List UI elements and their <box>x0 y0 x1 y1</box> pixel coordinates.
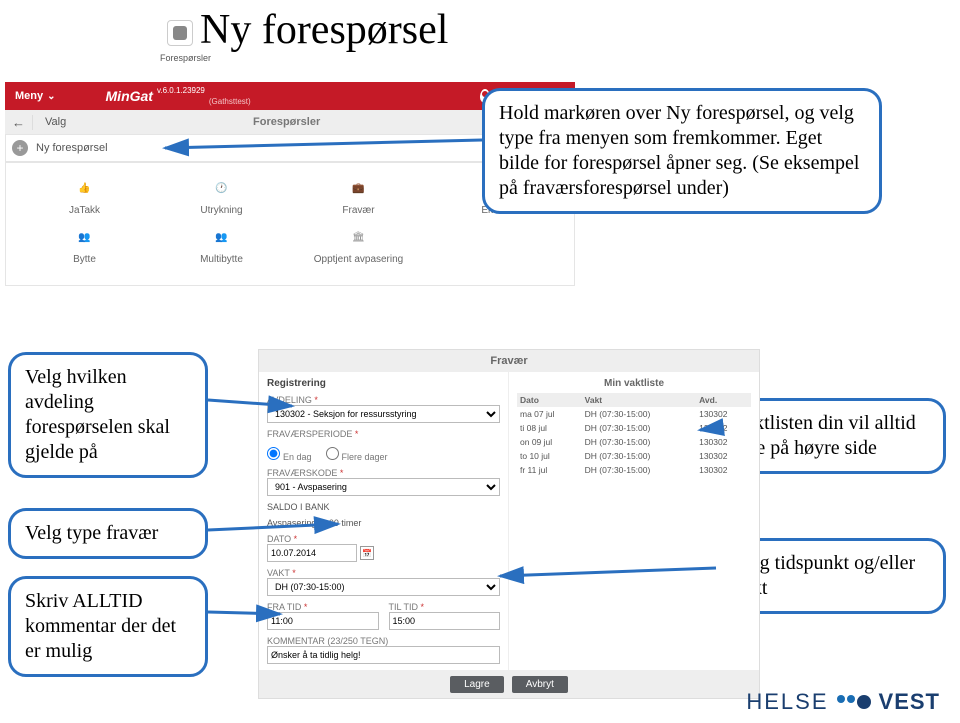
col-avd: Avd. <box>696 393 751 407</box>
people-group-icon: 👥 <box>207 224 237 250</box>
speech-bubble-icon <box>167 20 193 46</box>
registrering-panel: Registrering AVDELING 130302 - Seksjon f… <box>259 372 509 670</box>
page-title: Ny forespørsel <box>200 6 448 54</box>
table-row[interactable]: to 10 julDH (07:30-15:00)130302 <box>517 449 751 463</box>
people-icon: 👥 <box>70 224 100 250</box>
til-label: TIL TID <box>389 602 501 612</box>
table-row[interactable]: ti 08 julDH (07:30-15:00)130302 <box>517 421 751 435</box>
avdeling-label: AVDELING <box>267 395 500 405</box>
type-multibytte[interactable]: 👥 Multibytte <box>177 224 267 265</box>
fra-input[interactable] <box>267 612 379 630</box>
table-row[interactable]: ma 07 julDH (07:30-15:00)130302 <box>517 407 751 421</box>
kode-select[interactable]: 901 - Avspasering <box>267 478 500 496</box>
dato-label: DATO <box>267 534 500 544</box>
callout-kommentar: Skriv ALLTID kommentar der det er mulig <box>8 576 208 677</box>
col-vakt: Vakt <box>582 393 696 407</box>
saldo-label: SALDO I BANK <box>267 502 500 512</box>
vaktliste-panel: Min vaktliste Dato Vakt Avd. ma 07 julDH… <box>509 372 759 670</box>
callout-avdeling: Velg hvilken avdeling forespørselen skal… <box>8 352 208 478</box>
vakt-select[interactable]: DH (07:30-15:00) <box>267 578 500 596</box>
bank-icon: 🏛 <box>344 224 374 250</box>
kommentar-input[interactable] <box>267 646 500 664</box>
clock-icon: 🕐 <box>207 175 237 201</box>
forespor-icon-label: Forespørsler <box>160 53 200 63</box>
logo-helse: HELSE <box>746 689 828 715</box>
periode-label: FRAVÆRSPERIODE <box>267 429 500 439</box>
reg-title: Registrering <box>267 378 500 389</box>
save-button[interactable]: Lagre <box>450 676 504 693</box>
radio-fleredager[interactable]: Flere dager <box>326 447 388 462</box>
type-opptjent[interactable]: 🏛 Opptjent avpasering <box>314 224 404 265</box>
brand: MinGat <box>106 88 153 104</box>
callout-main: Hold markøren over Ny forespørsel, og ve… <box>482 88 882 214</box>
vaktliste-table: Dato Vakt Avd. ma 07 julDH (07:30-15:00)… <box>517 393 751 477</box>
editor-title: Fravær <box>259 350 759 372</box>
back-button[interactable]: ← <box>5 115 33 130</box>
chevron-down-icon: ⌄ <box>47 91 55 102</box>
kode-label: FRAVÆRSKODE <box>267 468 500 478</box>
callout-fravær: Velg type fravær <box>8 508 208 559</box>
version: v.6.0.1.23929 <box>157 86 205 95</box>
logo-dots-icon <box>837 695 871 709</box>
table-row[interactable]: on 09 julDH (07:30-15:00)130302 <box>517 435 751 449</box>
cancel-button[interactable]: Avbryt <box>512 676 568 693</box>
type-utrykning[interactable]: 🕐 Utrykning <box>177 175 267 216</box>
type-fravaer[interactable]: 💼 Fravær <box>314 175 404 216</box>
radio-endag[interactable]: En dag <box>267 447 312 462</box>
col-dato: Dato <box>517 393 582 407</box>
avdeling-select[interactable]: 130302 - Seksjon for ressursstyring <box>267 405 500 423</box>
briefcase-icon: 💼 <box>344 175 374 201</box>
saldo-value: Avspasering: 0.00 timer <box>267 518 500 528</box>
vaktliste-title: Min vaktliste <box>517 378 751 389</box>
calendar-icon[interactable]: 📅 <box>360 546 374 560</box>
dato-input[interactable] <box>267 544 357 562</box>
logo-vest: VEST <box>879 689 940 715</box>
helse-vest-logo: HELSE VEST <box>746 689 940 715</box>
fravær-editor: Fravær Registrering AVDELING 130302 - Se… <box>258 349 760 699</box>
type-jatakk[interactable]: 👍 JaTakk <box>40 175 130 216</box>
til-input[interactable] <box>389 612 501 630</box>
section-heading: Forespørsler <box>253 116 320 128</box>
thumbs-up-icon: 👍 <box>70 175 100 201</box>
forespor-icon: Forespørsler <box>160 20 200 63</box>
fra-label: FRA TID <box>267 602 379 612</box>
menu-button[interactable]: Meny⌄ <box>15 90 56 102</box>
valg-label: Valg <box>33 116 253 128</box>
editor-footer: Lagre Avbryt <box>259 670 759 698</box>
env: (Gathsttest) <box>209 97 251 106</box>
table-row[interactable]: fr 11 julDH (07:30-15:00)130302 <box>517 463 751 477</box>
kommentar-label: KOMMENTAR (23/250 TEGN) <box>267 636 500 646</box>
plus-icon: + <box>12 140 28 156</box>
vakt-label: VAKT <box>267 568 500 578</box>
type-bytte[interactable]: 👥 Bytte <box>40 224 130 265</box>
